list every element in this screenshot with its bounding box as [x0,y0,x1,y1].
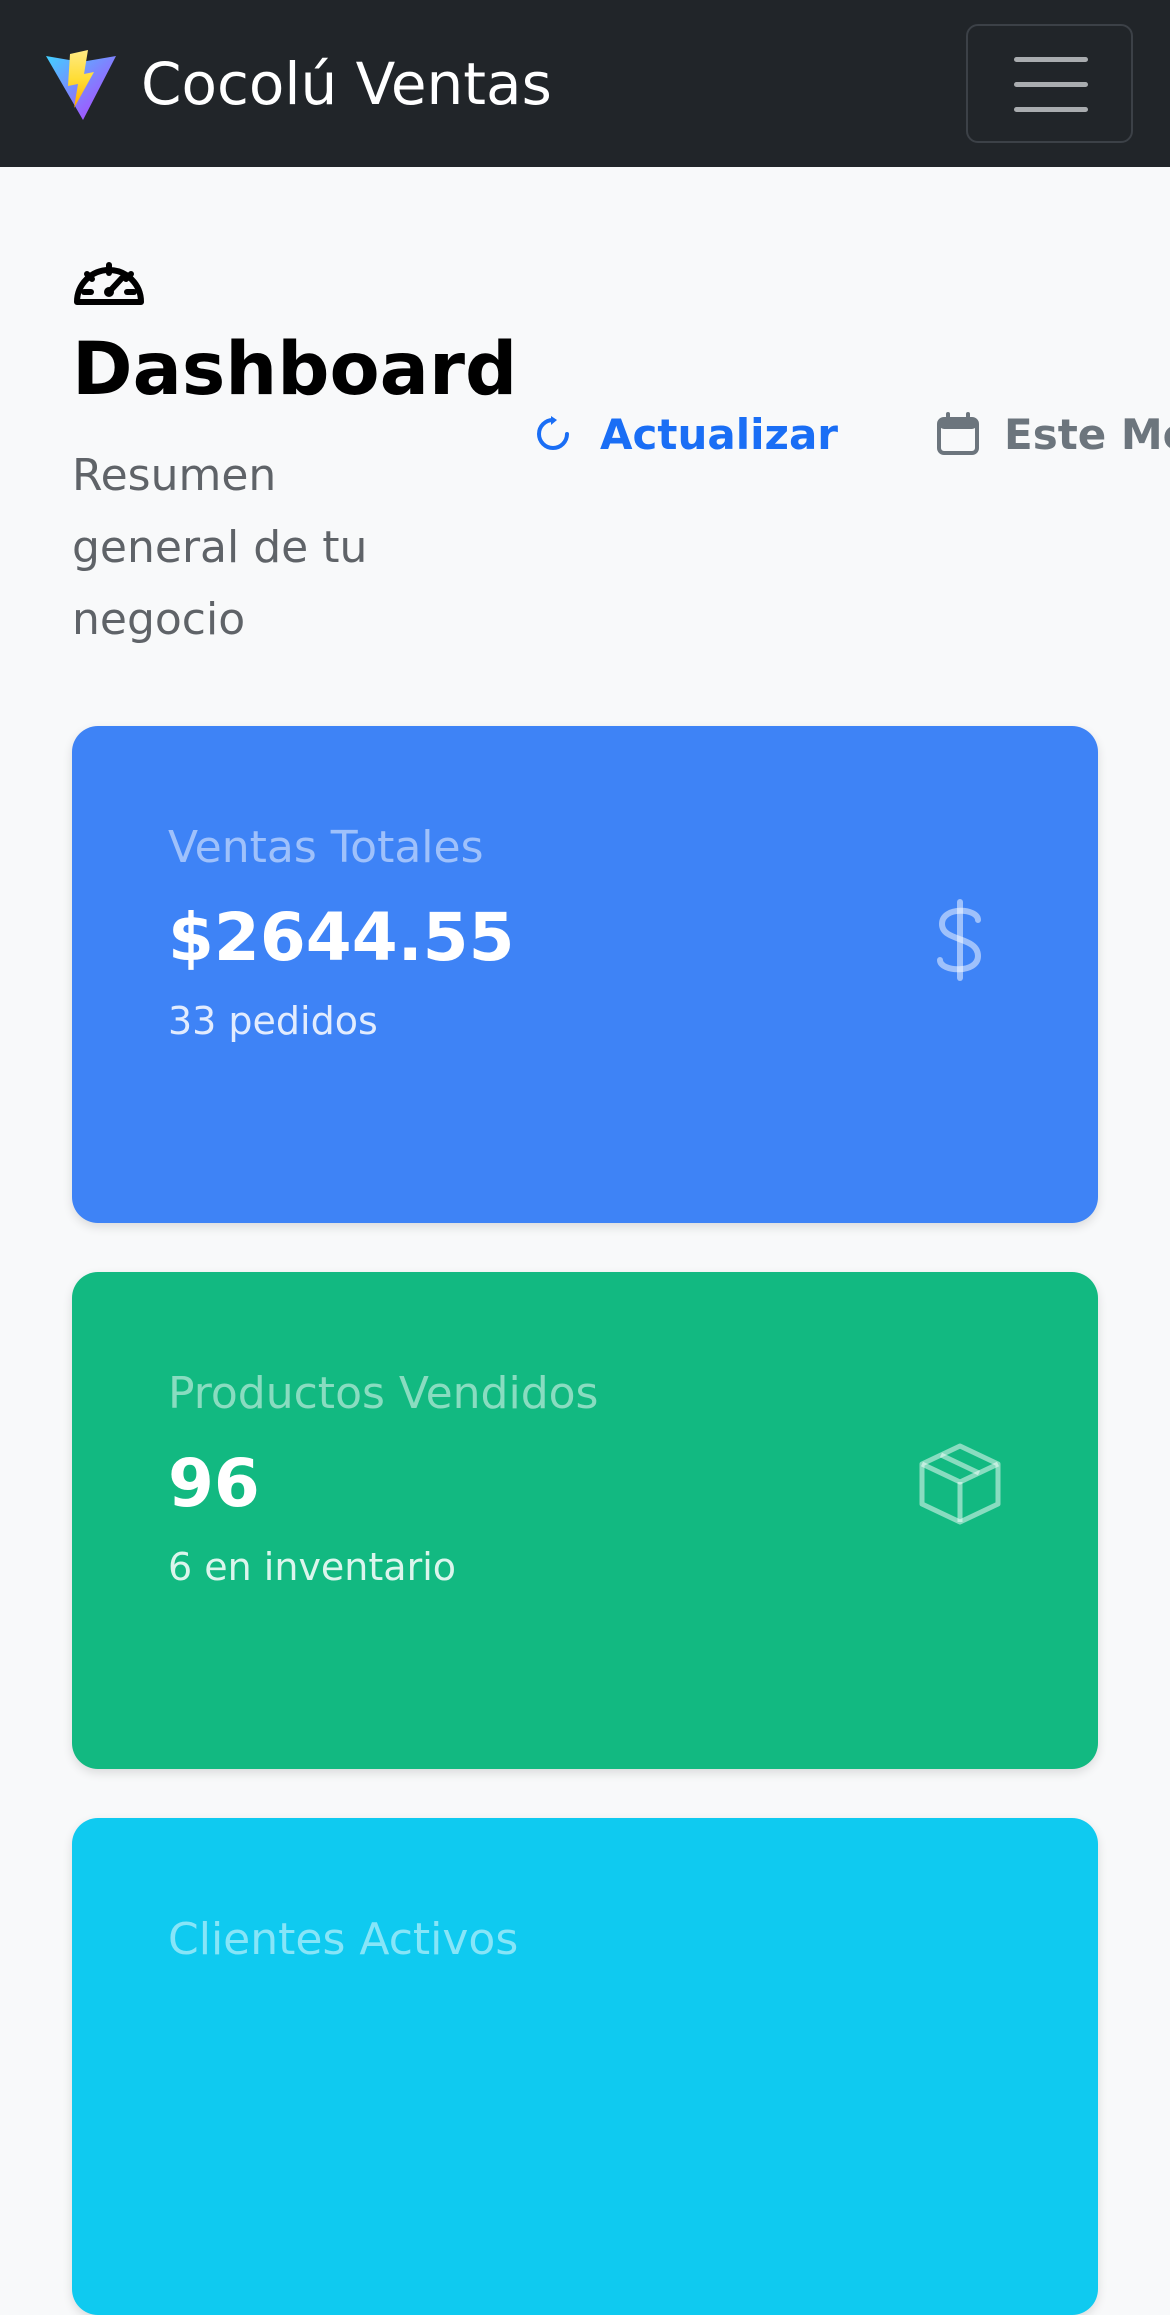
card-subtext: 33 pedidos [168,999,378,1043]
card-label: Ventas Totales [168,822,484,873]
dollar-icon [937,899,982,981]
calendar-icon [937,412,979,455]
page-subtitle: Resumen general de tu negocio [72,450,368,645]
speedometer-icon [74,262,144,305]
box-icon [919,1443,1001,1525]
card-label: Productos Vendidos [168,1368,599,1419]
period-label: Este Mes [1004,409,1170,459]
page-title: Dashboard [72,327,518,412]
card-value: 96 [168,1445,260,1522]
card-subtext: 6 en inventario [168,1545,457,1589]
navbar-toggler-button[interactable] [966,24,1133,143]
refresh-button[interactable]: Actualizar [534,404,838,464]
active-clients-card[interactable]: Clientes Activos [72,1818,1098,2315]
card-label: Clientes Activos [168,1914,519,1965]
products-sold-card[interactable]: Productos Vendidos 96 6 en inventario [72,1272,1098,1769]
navbar: Cocolú Ventas [0,0,1170,167]
brand-name[interactable]: Cocolú Ventas [141,46,552,122]
period-selector-button[interactable]: Este Mes [936,404,1170,464]
sales-total-card[interactable]: Ventas Totales $2644.55 33 pedidos [72,726,1098,1223]
vite-bolt-logo-icon[interactable] [44,48,118,122]
card-value: $2644.55 [168,899,515,976]
refresh-label: Actualizar [600,409,839,459]
refresh-icon [537,416,569,450]
